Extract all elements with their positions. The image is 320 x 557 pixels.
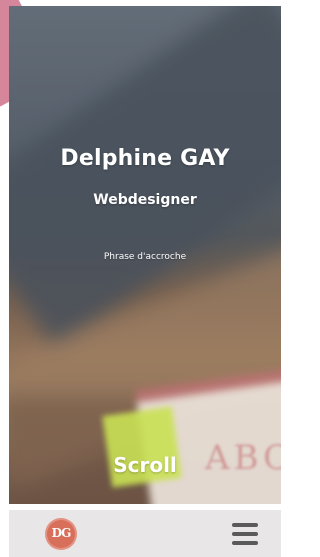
menu-button[interactable]: [230, 519, 260, 549]
hamburger-menu-icon: [232, 532, 258, 536]
hamburger-menu-icon: [232, 523, 258, 527]
scroll-link[interactable]: Scroll: [9, 453, 281, 477]
page-title: Delphine GAY: [60, 146, 230, 171]
logo-badge[interactable]: DG: [45, 518, 77, 550]
hamburger-menu-icon: [232, 541, 258, 545]
page-subtitle: Webdesigner: [93, 192, 197, 208]
bottom-nav-bar: DG: [9, 510, 281, 557]
page-frame: ABC Delphine GAY Webdesigner Phrase d'ac…: [0, 0, 287, 557]
hero-section: ABC Delphine GAY Webdesigner Phrase d'ac…: [9, 6, 281, 504]
tagline-text: Phrase d'accroche: [103, 252, 187, 262]
logo-text: DG: [51, 526, 72, 540]
